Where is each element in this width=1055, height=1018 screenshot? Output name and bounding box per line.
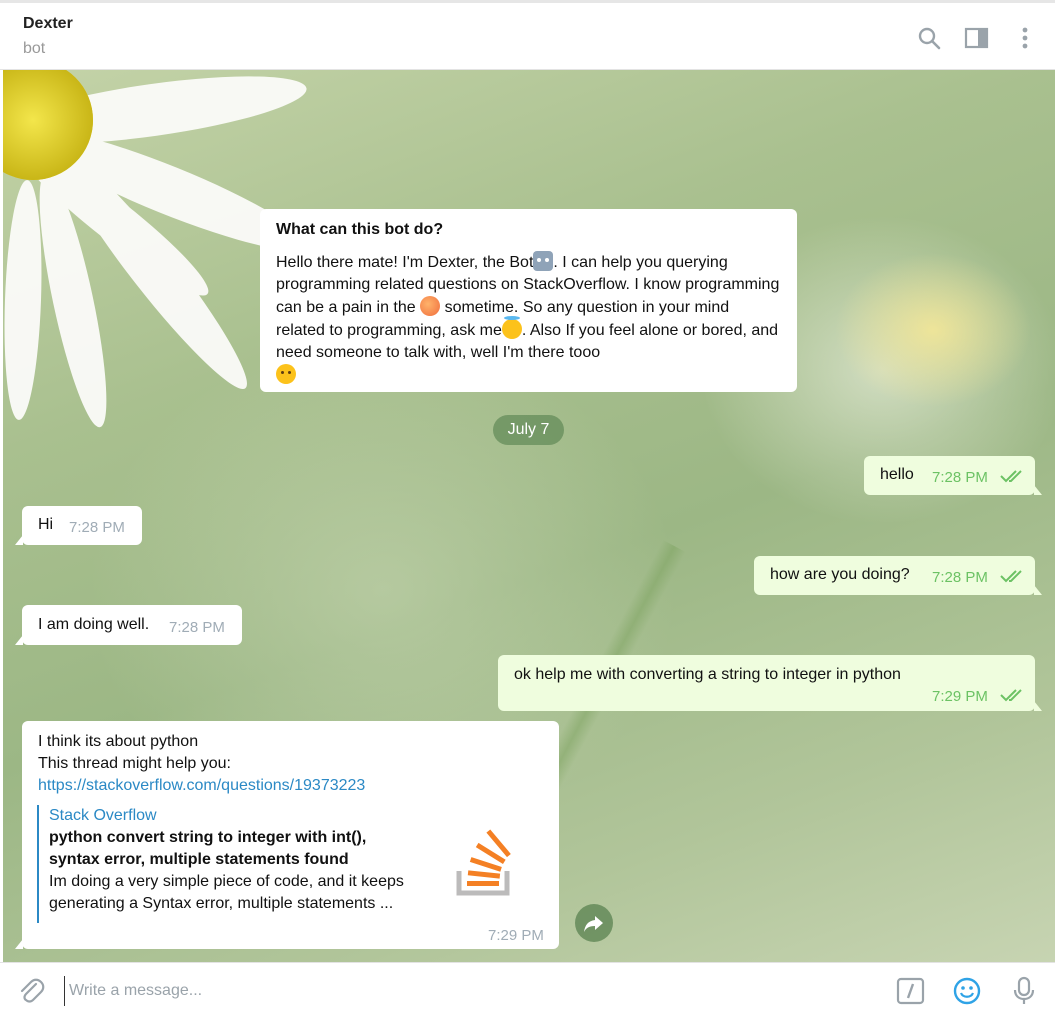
message-time: 7:29 PM [932,688,988,705]
message-input[interactable] [64,976,871,1006]
bot-command-icon[interactable] [896,976,926,1006]
bot-description-title: What can this bot do? [276,221,444,238]
forward-button[interactable] [575,904,613,942]
message-time: 7:29 PM [488,927,544,944]
message-time: 7:28 PM [169,619,225,636]
message-text: how are you doing? [770,566,910,583]
smiling-halo-emoji-icon [501,316,522,339]
chat-history[interactable]: What can this bot do? Hello there mate! … [3,70,1055,962]
search-icon[interactable] [916,25,942,51]
message-time: 7:28 PM [69,519,125,536]
peach-emoji-icon [420,296,441,316]
chat-title[interactable]: Dexter [23,15,73,33]
message-text: hello [880,466,914,483]
incoming-message[interactable]: Hi 7:28 PM [15,506,142,545]
microphone-icon[interactable] [1009,976,1039,1006]
outgoing-message[interactable]: ok help me with converting a string to i… [498,655,1042,711]
more-vertical-icon[interactable] [1012,25,1038,51]
incoming-message[interactable]: I am doing well. 7:28 PM [15,605,242,645]
message-time: 7:28 PM [932,569,988,586]
link-preview[interactable]: Stack Overflow python convert string to … [37,805,422,923]
chat-status: bot [23,40,46,57]
message-time: 7:28 PM [932,469,988,486]
message-link[interactable]: https://stackoverflow.com/questions/1937… [38,775,543,797]
share-arrow-icon [584,916,603,932]
message-text: This thread might help you: [38,755,231,772]
link-preview-title: syntax error, multiple statements found [49,851,349,868]
link-preview-title: python convert string to integer with in… [49,829,367,846]
message-text: I think its about python [38,733,199,750]
date-separator: July 7 [493,415,564,445]
read-check-icon [1000,470,1022,483]
outgoing-message[interactable]: how are you doing? 7:28 PM [754,556,1042,595]
message-text: I am doing well. [38,616,150,633]
attach-icon[interactable] [16,976,46,1006]
bot-description-card: What can this bot do? Hello there mate! … [260,209,797,392]
bot-description-text: Hello there mate! I'm Dexter, the Bot. I… [276,251,781,387]
link-preview-site: Stack Overflow [49,807,157,824]
robot-emoji-icon [533,251,554,271]
winking-emoji-icon [276,364,296,384]
emoji-icon[interactable] [952,976,982,1006]
read-check-icon [1000,689,1022,702]
message-composer [0,962,1055,1018]
link-preview-description: Im doing a very simple piece of code, an… [49,873,404,890]
message-text: Hi [38,516,54,533]
outgoing-message[interactable]: hello 7:28 PM [864,456,1042,495]
sidebar-toggle-icon[interactable] [964,25,990,51]
message-text: ok help me with converting a string to i… [514,666,901,683]
link-preview-description: generating a Syntax error, multiple stat… [49,895,394,912]
read-check-icon [1000,570,1022,583]
stackoverflow-logo-icon [456,829,511,896]
chat-header: Dexter bot [0,0,1055,70]
bot-description-part: Hello there mate! I'm Dexter, the Bot [276,254,534,271]
incoming-message[interactable]: I think its about python This thread mig… [15,721,559,949]
